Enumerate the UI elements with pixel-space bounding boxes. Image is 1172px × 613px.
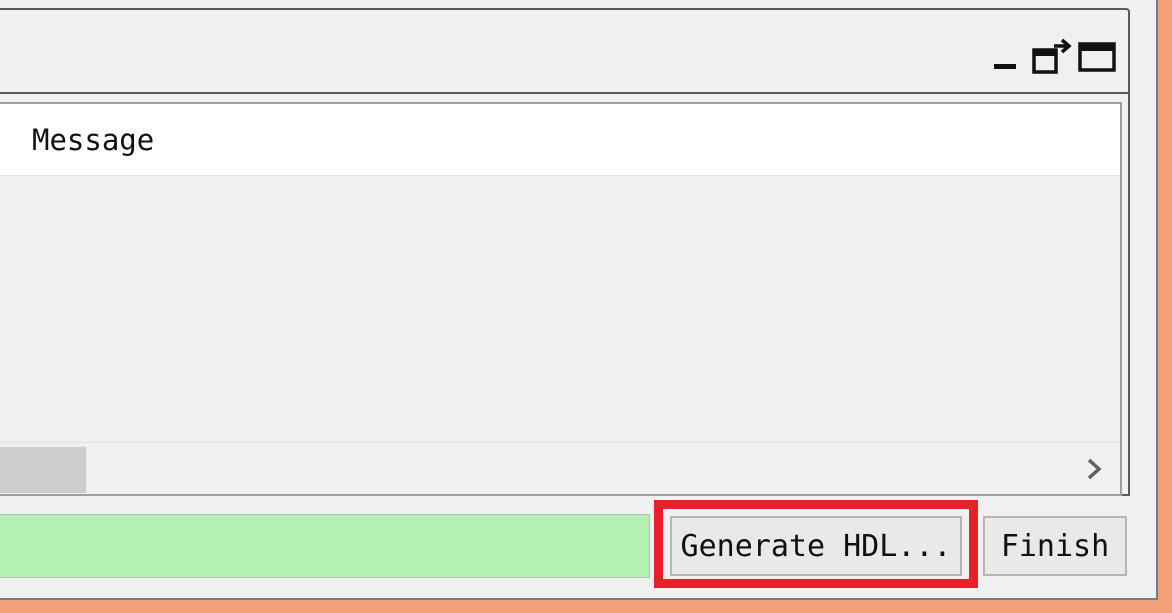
progress-bar [0,514,650,578]
maximize-icon[interactable] [1074,36,1120,78]
scroll-right-arrow-icon[interactable] [1068,443,1120,495]
table-header: Message [0,104,1120,176]
minimize-icon[interactable] [982,36,1028,78]
message-table: Message [0,102,1122,496]
panel-controls [982,36,1120,78]
message-panel: Message [0,8,1130,496]
horizontal-scrollbar[interactable] [0,442,1120,494]
dialog-window: Message Generate HDL... Finish [0,0,1158,600]
finish-button[interactable]: Finish [983,516,1127,576]
panel-header [0,10,1128,94]
column-header-message[interactable]: Message [32,104,154,176]
undock-icon[interactable] [1028,36,1074,78]
scrollbar-thumb[interactable] [0,447,86,493]
highlight-box [654,500,978,588]
